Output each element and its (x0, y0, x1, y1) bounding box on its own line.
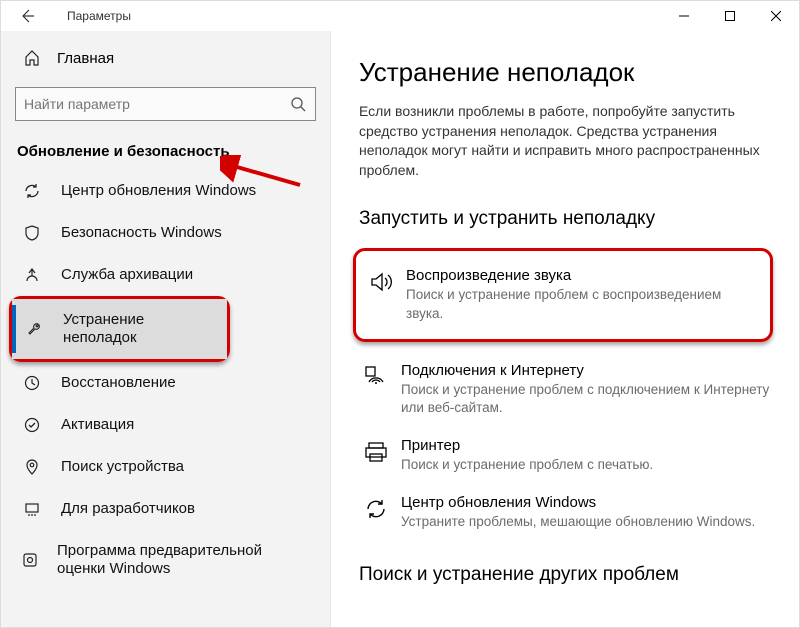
sidebar-item-label: Центр обновления Windows (61, 182, 256, 200)
search-icon (289, 96, 307, 112)
minimize-button[interactable] (661, 1, 707, 31)
troubleshoot-title: Центр обновления Windows (401, 494, 773, 511)
troubleshoot-item-audio[interactable]: Воспроизведение звука Поиск и устранение… (364, 257, 762, 332)
speaker-icon (368, 267, 406, 322)
recovery-icon (21, 374, 43, 392)
check-icon (21, 416, 43, 434)
sidebar-item-recovery[interactable]: Восстановление (1, 362, 330, 404)
troubleshoot-item-printer[interactable]: Принтер Поиск и устранение проблем с печ… (359, 427, 777, 484)
troubleshoot-desc: Поиск и устранение проблем с воспроизвед… (406, 286, 758, 322)
sidebar-item-find-device[interactable]: Поиск устройства (1, 446, 330, 488)
content-pane: Устранение неполадок Если возникли пробл… (331, 31, 799, 627)
sidebar-item-activation[interactable]: Активация (1, 404, 330, 446)
sidebar-item-troubleshoot[interactable]: Устранение неполадок (12, 299, 227, 359)
sidebar-item-security[interactable]: Безопасность Windows (1, 212, 330, 254)
sidebar-section-header: Обновление и безопасность (1, 135, 330, 170)
wrench-icon (24, 320, 45, 338)
troubleshoot-desc: Устраните проблемы, мешающие обновлению … (401, 513, 773, 531)
sidebar-item-label: Устранение неполадок (63, 311, 215, 347)
window-title: Параметры (67, 9, 131, 23)
search-input[interactable] (15, 87, 316, 121)
highlight-annotation: Воспроизведение звука Поиск и устранение… (353, 248, 773, 341)
location-icon (21, 458, 43, 476)
page-title: Устранение неполадок (359, 57, 777, 88)
sidebar-item-insider[interactable]: Программа предварительной оценки Windows (1, 530, 330, 590)
sidebar-item-backup[interactable]: Служба архивации (1, 254, 330, 296)
troubleshoot-desc: Поиск и устранение проблем с подключение… (401, 381, 773, 417)
sidebar-item-label: Поиск устройства (61, 458, 184, 476)
page-intro: Если возникли проблемы в работе, попробу… (359, 102, 777, 180)
maximize-button[interactable] (707, 1, 753, 31)
troubleshoot-desc: Поиск и устранение проблем с печатью. (401, 456, 773, 474)
sidebar-item-label: Активация (61, 416, 134, 434)
titlebar: Параметры (1, 1, 799, 31)
home-icon (21, 49, 43, 67)
highlight-annotation: Устранение неполадок (9, 296, 230, 362)
sidebar-item-label: Программа предварительной оценки Windows (57, 542, 310, 578)
refresh-icon (21, 182, 43, 200)
sidebar-home[interactable]: Главная (1, 39, 330, 77)
sidebar-item-windows-update[interactable]: Центр обновления Windows (1, 170, 330, 212)
wifi-icon (363, 362, 401, 417)
insider-icon (21, 551, 39, 569)
shield-icon (21, 224, 43, 242)
sidebar-item-label: Восстановление (61, 374, 176, 392)
troubleshoot-title: Принтер (401, 437, 773, 454)
printer-icon (363, 437, 401, 474)
search-field[interactable] (24, 96, 289, 112)
troubleshoot-item-windows-update[interactable]: Центр обновления Windows Устраните пробл… (359, 484, 777, 541)
troubleshoot-title: Воспроизведение звука (406, 267, 758, 284)
close-button[interactable] (753, 1, 799, 31)
back-button[interactable] (7, 1, 47, 31)
sidebar-item-developers[interactable]: Для разработчиков (1, 488, 330, 530)
sidebar-item-label: Служба архивации (61, 266, 193, 284)
section-run-troubleshooter: Запустить и устранить неполадку (359, 208, 777, 230)
sidebar-home-label: Главная (57, 50, 114, 67)
troubleshoot-title: Подключения к Интернету (401, 362, 773, 379)
sidebar-item-label: Для разработчиков (61, 500, 195, 518)
section-other-problems: Поиск и устранение других проблем (359, 564, 777, 586)
troubleshoot-item-internet[interactable]: Подключения к Интернету Поиск и устранен… (359, 352, 777, 427)
developer-icon (21, 500, 43, 518)
backup-icon (21, 266, 43, 284)
sidebar: Главная Обновление и безопасность Центр … (1, 31, 331, 627)
sidebar-item-label: Безопасность Windows (61, 224, 222, 242)
update-icon (363, 494, 401, 531)
